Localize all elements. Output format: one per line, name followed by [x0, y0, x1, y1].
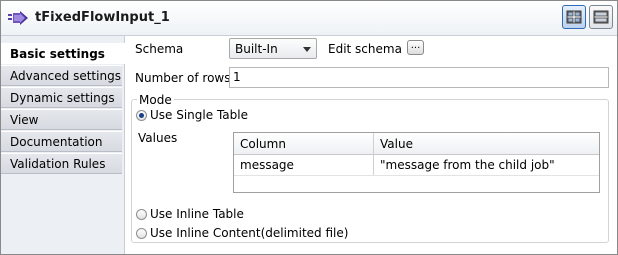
- number-of-rows-label: Number of rows: [135, 71, 231, 85]
- title-bar: tFixedFlowInput_1: [1, 1, 617, 36]
- sidebar-item-documentation[interactable]: Documentation: [1, 131, 122, 152]
- component-arrow-icon: [7, 9, 29, 27]
- values-label: Values: [138, 131, 178, 145]
- edit-schema-label: Edit schema: [328, 42, 402, 56]
- values-table-header: Column Value: [234, 133, 599, 155]
- table-cell-value[interactable]: "message from the child job": [380, 158, 555, 172]
- sidebar-item-dynamic-settings[interactable]: Dynamic settings: [1, 87, 122, 108]
- use-single-table-radio[interactable]: [136, 110, 147, 121]
- use-inline-content-radio[interactable]: [136, 228, 147, 239]
- use-inline-table-label[interactable]: Use Inline Table: [150, 207, 244, 221]
- column-header-value[interactable]: Value: [380, 137, 413, 151]
- table-cell-column[interactable]: message: [240, 158, 294, 172]
- tabbed-view-button[interactable]: [562, 5, 586, 29]
- column-header-column[interactable]: Column: [240, 137, 286, 151]
- basic-settings-content: Schema Built-In Edit schema ... Number o…: [125, 36, 617, 254]
- values-table: Column Value message "message from the c…: [233, 132, 600, 193]
- sidebar-item-basic-settings[interactable]: Basic settings: [1, 43, 125, 64]
- component-title: tFixedFlowInput_1: [35, 10, 170, 25]
- sidebar-item-advanced-settings[interactable]: Advanced settings: [1, 65, 122, 86]
- edit-schema-button[interactable]: ...: [407, 40, 424, 55]
- schema-select[interactable]: Built-In: [229, 38, 317, 59]
- use-inline-content-label[interactable]: Use Inline Content(delimited file): [150, 226, 348, 240]
- settings-sidebar: Basic settings Advanced settings Dynamic…: [1, 36, 125, 254]
- stacked-view-button[interactable]: [589, 5, 613, 29]
- table-row[interactable]: message "message from the child job": [234, 155, 599, 176]
- use-single-table-label[interactable]: Use Single Table: [150, 108, 248, 122]
- number-of-rows-field[interactable]: [229, 67, 609, 88]
- component-settings-panel: tFixedFlowInput_1 Basic settings Advance…: [0, 0, 618, 255]
- chevron-down-icon: [303, 47, 311, 52]
- use-inline-table-radio[interactable]: [136, 209, 147, 220]
- mode-group-label: Mode: [137, 93, 174, 107]
- sidebar-item-view[interactable]: View: [1, 109, 122, 130]
- sidebar-item-validation-rules[interactable]: Validation Rules: [1, 153, 122, 174]
- schema-select-value: Built-In: [235, 42, 278, 56]
- schema-label: Schema: [135, 42, 184, 56]
- number-of-rows-input[interactable]: [233, 70, 593, 84]
